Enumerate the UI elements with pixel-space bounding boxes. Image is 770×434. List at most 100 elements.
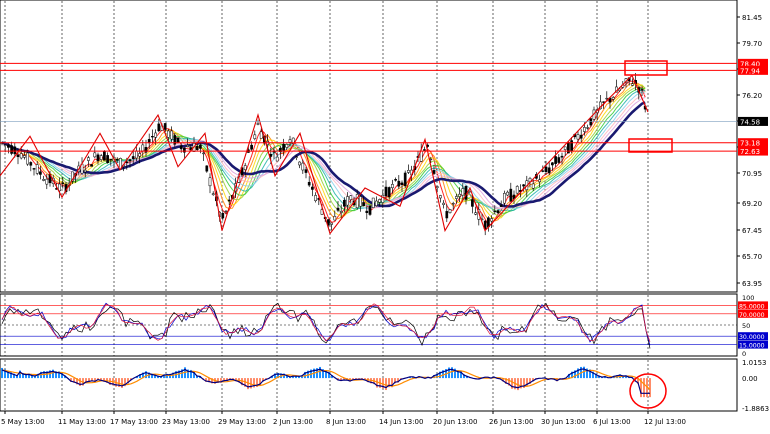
candle-body bbox=[449, 210, 451, 213]
candle-body bbox=[334, 216, 336, 220]
price-tick-label: 65.70 bbox=[742, 253, 762, 261]
candle-body bbox=[564, 147, 566, 150]
candle-body bbox=[433, 170, 435, 173]
candle-body bbox=[299, 162, 301, 165]
time-tick-label: 29 May 13:00 bbox=[218, 418, 266, 426]
candle-body bbox=[375, 201, 377, 206]
time-tick-label: 17 May 13:00 bbox=[110, 418, 158, 426]
candle-body bbox=[436, 187, 438, 188]
candle-body bbox=[228, 200, 230, 201]
candle-body bbox=[254, 135, 256, 139]
osc-tick-label: 85.0000 bbox=[739, 303, 765, 310]
candle-body bbox=[452, 203, 454, 204]
candle-body bbox=[641, 89, 643, 90]
macd-tick-label: 1.0153 bbox=[742, 359, 767, 367]
candle-body bbox=[103, 151, 105, 160]
candle-body bbox=[423, 150, 425, 151]
candle-body bbox=[510, 189, 512, 201]
candle-body bbox=[369, 206, 371, 215]
osc-tick-label: 70.0000 bbox=[739, 312, 765, 319]
candle-body bbox=[583, 127, 585, 131]
candle-body bbox=[587, 128, 589, 129]
candle-body bbox=[366, 211, 368, 213]
candle-body bbox=[7, 145, 9, 147]
time-tick-label: 12 Jul 13:00 bbox=[644, 418, 686, 426]
candle-body bbox=[542, 171, 544, 172]
oscillator-panel[interactable]: 10085.000070.00005030.000015.00000 bbox=[0, 294, 768, 358]
macd-panel[interactable]: 1.01530.00-1.8863 bbox=[0, 359, 769, 413]
candle-body bbox=[129, 159, 131, 160]
candle-body bbox=[97, 155, 99, 161]
candle-body bbox=[631, 84, 633, 86]
candle-body bbox=[209, 178, 211, 186]
candle-body bbox=[385, 187, 387, 196]
candle-body bbox=[100, 156, 102, 160]
candle-body bbox=[23, 156, 25, 158]
candle-body bbox=[132, 156, 134, 158]
candle-body bbox=[590, 119, 592, 126]
candle-body bbox=[308, 182, 310, 185]
main-price-panel[interactable]: 81.4579.7077.9576.2074.4572.7070.9569.20… bbox=[0, 0, 768, 292]
time-tick-label: 30 Jun 13:00 bbox=[541, 418, 585, 426]
candle-body bbox=[177, 138, 179, 142]
candle-body bbox=[135, 151, 137, 158]
osc-tick-label: 0 bbox=[742, 350, 746, 358]
candle-body bbox=[39, 172, 41, 175]
candle-body bbox=[580, 135, 582, 138]
candle-body bbox=[516, 186, 518, 193]
main-panel-frame bbox=[0, 0, 737, 292]
chart-canvas[interactable]: 81.4579.7077.9576.2074.4572.7070.9569.20… bbox=[0, 0, 770, 430]
candle-body bbox=[555, 157, 557, 164]
candle-body bbox=[302, 163, 304, 170]
candle-body bbox=[203, 153, 205, 154]
candle-body bbox=[283, 144, 285, 150]
candle-body bbox=[30, 162, 32, 165]
candle-body bbox=[27, 153, 29, 164]
candle-body bbox=[305, 170, 307, 173]
candle-body bbox=[164, 123, 166, 129]
candle-body bbox=[407, 170, 409, 172]
time-tick-label: 26 Jun 13:00 bbox=[489, 418, 533, 426]
candle-body bbox=[59, 184, 61, 191]
candle-body bbox=[475, 213, 477, 215]
osc-tick-label: 30.0000 bbox=[739, 334, 765, 341]
candle-body bbox=[187, 145, 189, 146]
macd-bar bbox=[1, 368, 3, 378]
time-tick-label: 11 May 13:00 bbox=[58, 418, 106, 426]
time-tick-label: 23 May 13:00 bbox=[162, 418, 210, 426]
time-tick-label: 5 May 13:00 bbox=[1, 418, 45, 426]
candle-body bbox=[363, 203, 365, 206]
candle-body bbox=[107, 155, 109, 162]
candle-body bbox=[401, 183, 403, 185]
candle-body bbox=[84, 170, 86, 172]
candle-body bbox=[606, 98, 608, 99]
candle-body bbox=[404, 173, 406, 186]
candle-body bbox=[151, 136, 153, 137]
candle-body bbox=[206, 166, 208, 171]
price-tick-label: 70.95 bbox=[742, 170, 762, 178]
candle-body bbox=[439, 195, 441, 197]
candle-body bbox=[199, 145, 201, 148]
candle-body bbox=[276, 157, 278, 161]
candle-body bbox=[343, 200, 345, 206]
candle-body bbox=[155, 133, 157, 137]
trading-chart[interactable]: 81.4579.7077.9576.2074.4572.7070.9569.20… bbox=[0, 0, 770, 430]
time-tick-label: 14 Jun 13:00 bbox=[379, 418, 423, 426]
time-tick-label: 6 Jul 13:00 bbox=[593, 418, 631, 426]
candle-body bbox=[14, 147, 16, 154]
candle-body bbox=[46, 179, 48, 184]
candle-body bbox=[295, 157, 297, 158]
candle-body bbox=[196, 146, 198, 150]
candle-body bbox=[395, 179, 397, 180]
candle-body bbox=[545, 167, 547, 172]
candle-body bbox=[183, 148, 185, 152]
osc-tick-label: 100 bbox=[742, 294, 754, 302]
macd-tick-label: -1.8863 bbox=[742, 405, 769, 413]
candle-body bbox=[244, 166, 246, 170]
time-tick-label: 20 Jun 13:00 bbox=[433, 418, 477, 426]
price-tick-label: 69.20 bbox=[742, 200, 762, 208]
price-tick-label: 81.45 bbox=[742, 14, 762, 22]
candle-body bbox=[500, 205, 502, 207]
candle-body bbox=[459, 194, 461, 196]
candle-body bbox=[359, 197, 361, 207]
